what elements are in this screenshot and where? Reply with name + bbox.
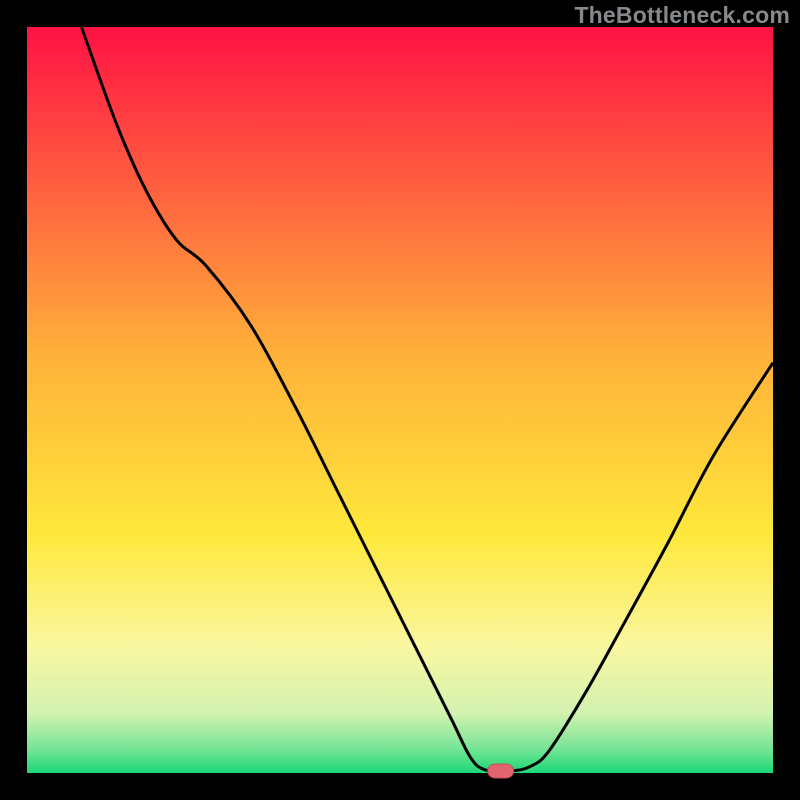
bottleneck-plot [0,0,800,800]
watermark-text: TheBottleneck.com [574,2,790,29]
chart-frame: TheBottleneck.com [0,0,800,800]
plot-background [27,27,773,773]
optimum-marker [488,764,514,778]
